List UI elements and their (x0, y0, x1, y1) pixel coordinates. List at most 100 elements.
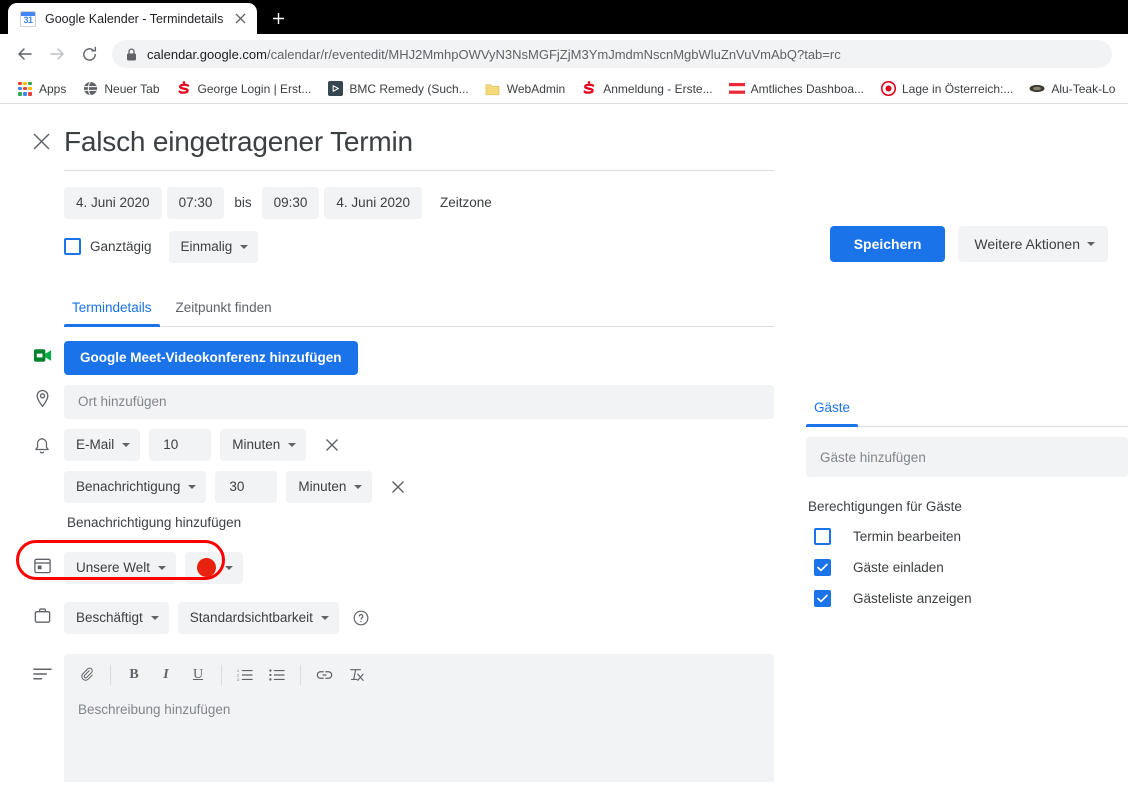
notification-unit-dropdown[interactable]: Minuten (220, 428, 307, 461)
google-calendar-favicon: 31 (20, 10, 36, 27)
busy-label: Beschäftigt (76, 610, 143, 626)
remove-notification-icon[interactable] (387, 476, 409, 498)
bookmark-amtliches-dashboard[interactable]: Amtliches Dashboa... (722, 78, 871, 100)
color-swatch (197, 558, 217, 578)
bookmark-george-login[interactable]: George Login | Erst... (169, 78, 319, 100)
svg-text:3: 3 (237, 678, 239, 682)
google-meet-icon (20, 341, 64, 366)
chevron-down-icon (158, 565, 167, 570)
end-date-field[interactable]: 4. Juni 2020 (324, 186, 422, 219)
notification-unit-dropdown[interactable]: Minuten (286, 470, 373, 503)
address-bar[interactable]: calendar.google.com/calendar/r/eventedit… (112, 40, 1112, 68)
bookmark-webadmin[interactable]: WebAdmin (478, 78, 572, 100)
event-tabs: Termindetails Zeitpunkt finden (64, 300, 774, 327)
notification-type-dropdown[interactable]: E-Mail (64, 428, 141, 461)
bookmark-label: Alu-Teak-Lo (1051, 81, 1116, 96)
title-wrap: Falsch eingetragener Termin (64, 122, 776, 171)
bold-icon[interactable]: B (119, 660, 149, 690)
chevron-down-icon (240, 244, 249, 249)
link-icon[interactable] (309, 660, 339, 690)
notification-amount-input[interactable]: 30 (215, 470, 278, 503)
chevron-down-icon (122, 442, 131, 447)
chevron-down-icon (354, 484, 363, 489)
recurrence-dropdown[interactable]: Einmalig (168, 230, 259, 263)
tab-strip: 31 Google Kalender - Termindetails (0, 0, 1128, 34)
toolbar-divider (110, 664, 111, 685)
bookmark-bmc-remedy[interactable]: BMC Remedy (Such... (320, 78, 475, 100)
bookmark-label: Apps (39, 81, 67, 96)
allday-checkbox[interactable] (64, 238, 81, 256)
bookmark-apps[interactable]: Apps (10, 78, 73, 100)
reload-icon[interactable] (74, 39, 104, 69)
bookmark-label: Neuer Tab (104, 81, 160, 96)
underline-icon[interactable]: U (183, 660, 213, 690)
description-editor[interactable]: B I U 123 Beschreibung hinzufügen (64, 653, 774, 782)
help-circle-icon[interactable] (352, 609, 370, 627)
bulleted-list-icon[interactable] (262, 660, 292, 690)
attach-icon[interactable] (72, 660, 102, 690)
busy-dropdown[interactable]: Beschäftigt (64, 601, 169, 634)
event-header: Falsch eingetragener Termin (0, 104, 1128, 171)
meet-body: Google Meet-Videokonferenz hinzufügen (64, 340, 1128, 375)
more-actions-label: Weitere Aktionen (974, 236, 1080, 252)
end-time-field[interactable]: 09:30 (261, 186, 320, 219)
title-underline (64, 169, 774, 171)
bookmark-alu-teak[interactable]: Alu-Teak-Lo (1022, 78, 1122, 100)
permission-checkbox[interactable] (814, 559, 831, 576)
more-actions-button[interactable]: Weitere Aktionen (958, 226, 1108, 262)
event-title-input[interactable]: Falsch eingetragener Termin (64, 122, 776, 170)
calendar-selector-group: Unsere Welt (16, 539, 244, 584)
url-host: calendar.google.com (147, 46, 267, 62)
new-tab-button[interactable] (264, 4, 292, 32)
chevron-down-icon (1087, 242, 1095, 246)
browser-tab[interactable]: 31 Google Kalender - Termindetails (8, 3, 258, 34)
notification-amount-input[interactable]: 10 (149, 428, 212, 461)
add-meet-button[interactable]: Google Meet-Videokonferenz hinzufügen (64, 340, 358, 375)
chevron-down-icon (188, 484, 197, 489)
italic-icon[interactable]: I (151, 660, 181, 690)
permission-row-see-guest-list: Gästeliste anzeigen (806, 590, 1128, 607)
calendar-dropdown[interactable]: Unsere Welt (64, 551, 177, 584)
bookmark-label: Lage in Österreich:... (902, 81, 1014, 96)
apps-grid-icon (17, 81, 33, 97)
numbered-list-icon[interactable]: 123 (230, 660, 260, 690)
bookmark-anmeldung[interactable]: Anmeldung - Erste... (574, 78, 719, 100)
tab-termindetails[interactable]: Termindetails (64, 300, 160, 327)
forward-icon[interactable] (42, 39, 72, 69)
permission-checkbox[interactable] (814, 528, 831, 545)
event-color-dropdown[interactable] (185, 551, 244, 584)
permission-checkbox[interactable] (814, 590, 831, 607)
meet-row: Google Meet-Videokonferenz hinzufügen (0, 340, 1128, 375)
svg-text:1: 1 (237, 669, 239, 673)
recurrence-label: Einmalig (180, 239, 233, 255)
timezone-button[interactable]: Zeitzone (440, 195, 492, 210)
tab-zeitpunkt-finden[interactable]: Zeitpunkt finden (168, 300, 280, 326)
briefcase-icon (20, 602, 64, 625)
close-icon[interactable] (232, 11, 248, 27)
remove-notification-icon[interactable] (321, 434, 343, 456)
description-row: B I U 123 Beschreibung hinzufügen (0, 653, 1128, 782)
bookmark-neuer-tab[interactable]: Neuer Tab (75, 78, 166, 100)
start-date-field[interactable]: 4. Juni 2020 (64, 186, 162, 219)
folder-icon (485, 81, 501, 97)
visibility-dropdown[interactable]: Standardsichtbarkeit (177, 601, 339, 634)
bookmarks-bar: Apps Neuer Tab George Login | Erst... BM… (0, 74, 1128, 104)
close-icon[interactable] (20, 132, 62, 151)
add-guests-input[interactable]: Gäste hinzufügen (806, 437, 1128, 477)
play-square-icon (327, 81, 343, 97)
description-placeholder[interactable]: Beschreibung hinzufügen (64, 696, 774, 717)
bookmark-lage-oesterreich[interactable]: Lage in Österreich:... (873, 78, 1020, 100)
location-input[interactable]: Ort hinzufügen (64, 384, 774, 419)
lock-icon (126, 47, 137, 61)
start-time-field[interactable]: 07:30 (166, 186, 225, 219)
clear-formatting-icon[interactable] (341, 660, 371, 690)
permission-row-invite-guests: Gäste einladen (806, 559, 1128, 576)
notification-type-dropdown[interactable]: Benachrichtigung (64, 470, 207, 503)
chevron-down-icon (288, 442, 297, 447)
tab-gaeste[interactable]: Gäste (806, 400, 859, 427)
notification-type-label: E-Mail (76, 437, 115, 453)
save-button[interactable]: Speichern (829, 226, 946, 262)
description-body: B I U 123 Beschreibung hinzufügen (64, 653, 1128, 782)
notification-unit-label: Minuten (232, 437, 281, 453)
back-icon[interactable] (10, 39, 40, 69)
